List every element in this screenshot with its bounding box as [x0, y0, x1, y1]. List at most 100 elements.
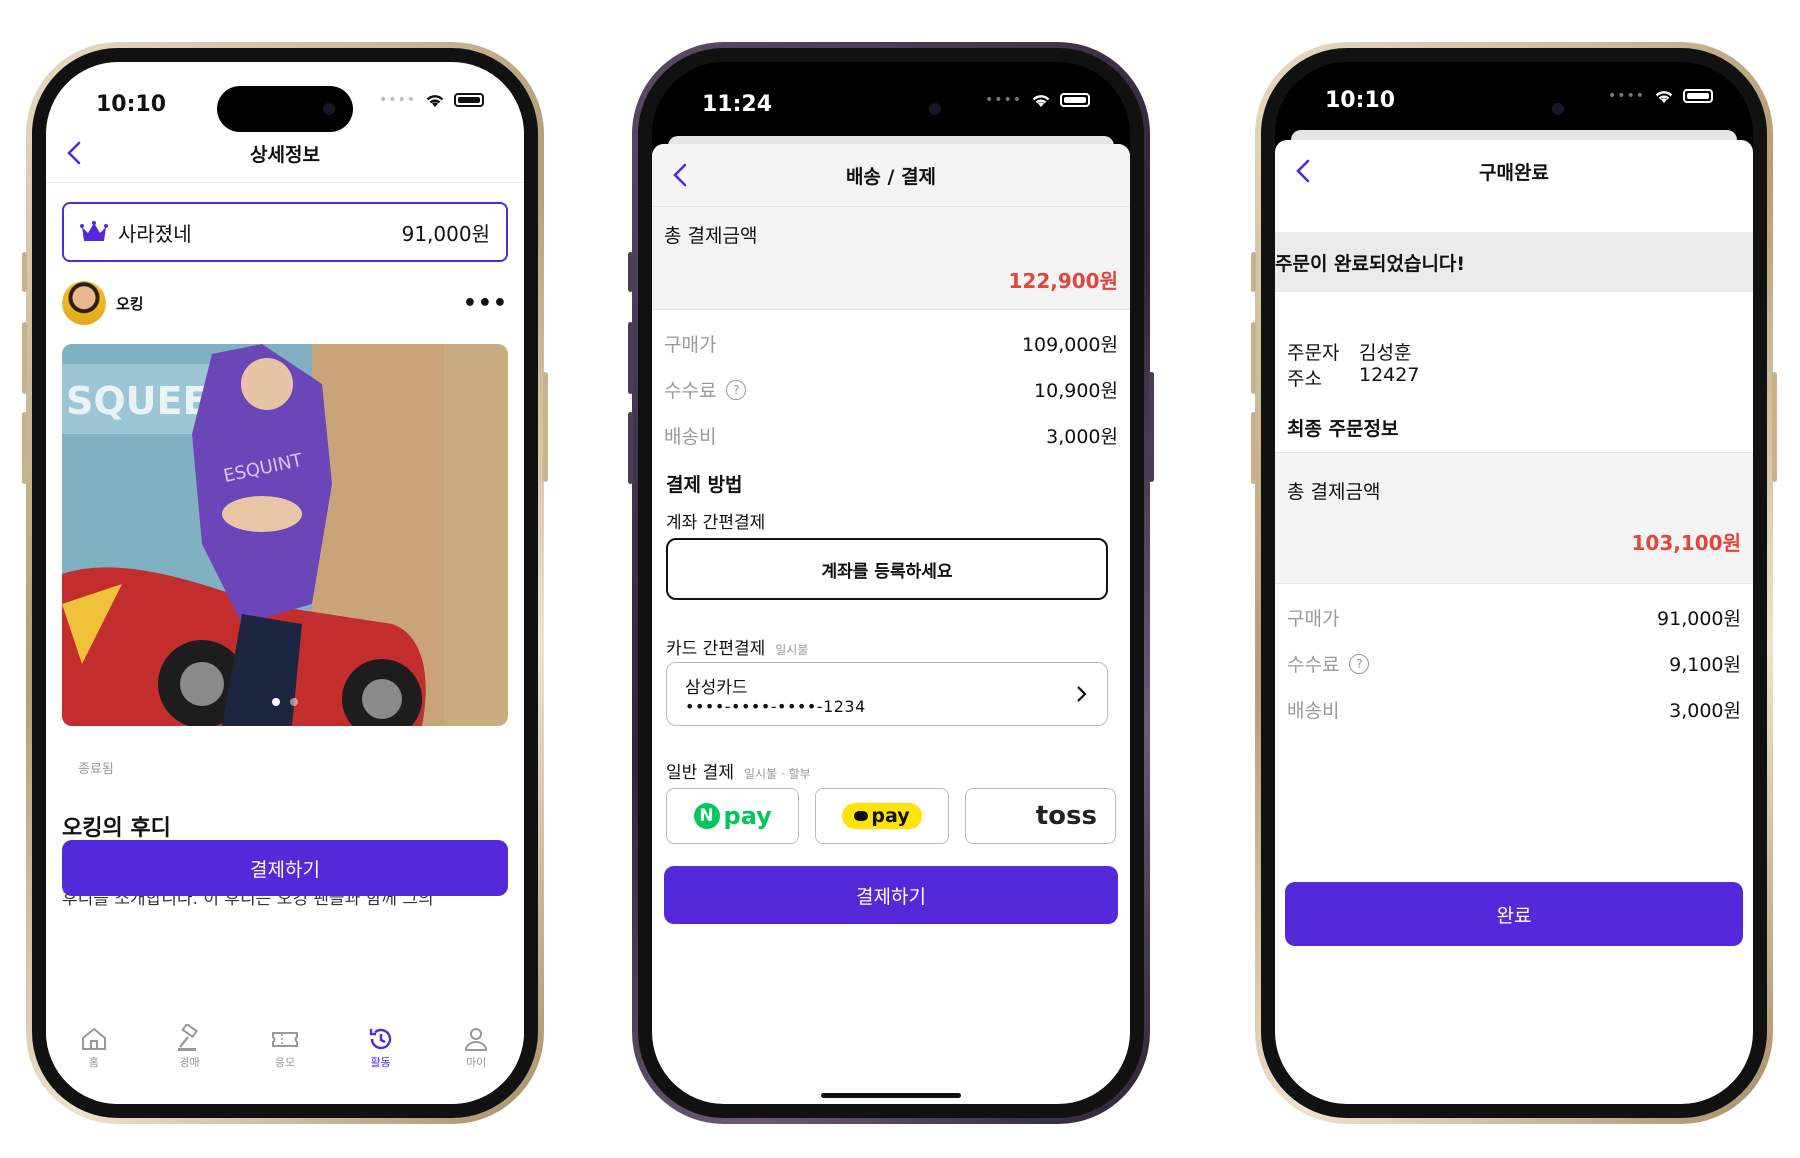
side-button: [1251, 412, 1256, 484]
camera: [1552, 103, 1564, 115]
address-row: 주소 12427: [1287, 364, 1419, 391]
camera: [929, 103, 941, 115]
sheet: 구매완료 주문이 완료되었습니다! 주문자 김성훈 주소 12427 최종 주문…: [1275, 140, 1753, 1104]
page-title: 상세정보: [250, 143, 320, 166]
home-icon: [81, 1027, 106, 1050]
kakaopay-logo-icon: pay: [842, 803, 922, 829]
crown-icon: [80, 221, 108, 241]
kakaopay-label: pay: [871, 805, 910, 827]
bid-card[interactable]: 사라졌네 91,000원: [62, 202, 508, 262]
row-label: 구매가: [1287, 608, 1340, 630]
avatar[interactable]: [62, 281, 106, 325]
seller-name: 오킹: [116, 294, 144, 313]
done-button[interactable]: 완료: [1285, 882, 1743, 946]
card-name: 삼성카드: [685, 678, 748, 698]
history-icon: [369, 1028, 391, 1050]
toss-button[interactable]: toss: [964, 788, 1116, 844]
row-label: 배송비: [1287, 700, 1340, 722]
side-button: [22, 322, 27, 394]
tab-home[interactable]: 홈: [64, 1024, 124, 1104]
orderer-row: 주문자 김성훈: [1287, 338, 1411, 365]
status-bar: 10:10 ••••: [1275, 62, 1753, 132]
signal-icon: ••••: [1607, 88, 1645, 104]
screen: 10:10 •••• 상세정보 사라졌네 91,000원 오킹 ••• SQUE…: [46, 62, 524, 1104]
person-icon: [465, 1028, 488, 1051]
gavel-icon: [178, 1024, 199, 1051]
naver-logo-icon: N: [693, 803, 720, 829]
payment-method-title: 결제 방법: [666, 474, 743, 496]
pay-button[interactable]: 결제하기: [62, 840, 508, 896]
tab-entry[interactable]: 응모: [255, 1024, 315, 1104]
status-icons: ••••: [985, 92, 1090, 108]
phone-checkout: 11:24 •••• 배송 / 결제 총 결제금액 122,900원 구매가 1…: [628, 42, 1154, 1124]
side-button: [628, 322, 633, 394]
shipping-row: 배송비 3,000원: [652, 422, 1130, 449]
row-value: 10,900원: [1034, 380, 1118, 402]
row-label-text: 수수료: [1287, 654, 1340, 676]
kakaopay-button[interactable]: pay: [815, 788, 949, 844]
page-title: 구매완료: [1479, 161, 1549, 184]
row-value: 109,000원: [1021, 334, 1118, 356]
general-section-sub: 일시불 · 할부: [743, 767, 811, 781]
fee-row: 수수료? 9,100원: [1275, 650, 1753, 677]
side-button: [22, 252, 27, 292]
help-icon[interactable]: ?: [1349, 653, 1370, 674]
pay-button[interactable]: 결제하기: [664, 866, 1118, 924]
signal-icon: ••••: [378, 92, 416, 108]
shipping-row: 배송비 3,000원: [1275, 696, 1753, 723]
help-icon[interactable]: ?: [726, 379, 747, 400]
carousel-dots: [62, 698, 508, 706]
row-label-text: 수수료: [664, 380, 717, 402]
home-indicator: [821, 1093, 961, 1098]
general-section-label: 일반 결제: [666, 763, 734, 783]
card-selector[interactable]: 삼성카드 ••••-••••-••••-1234: [666, 662, 1108, 726]
npay-button[interactable]: N pay: [666, 788, 800, 844]
svg-text:SQUEE: SQUEE: [66, 379, 208, 423]
card-section-sub: 일시불: [775, 643, 809, 657]
total-box: 총 결제금액 122,900원: [652, 206, 1130, 310]
tab-label: 경매: [179, 1056, 200, 1069]
back-arrow-icon[interactable]: [1289, 156, 1319, 186]
status-bar: 11:24 ••••: [652, 62, 1130, 132]
side-button: [1251, 252, 1256, 292]
battery-icon: [1060, 93, 1090, 107]
price-row: 구매가 109,000원: [652, 330, 1130, 357]
complete-message: 주문이 완료되었습니다!: [1275, 252, 1466, 275]
account-section-title: 계좌 간편결제: [666, 513, 766, 533]
tab-activity[interactable]: 활동: [351, 1024, 411, 1104]
carousel-dot-active[interactable]: [272, 698, 280, 706]
side-button: [628, 412, 633, 484]
complete-banner: 주문이 완료되었습니다!: [1275, 232, 1753, 292]
status-time: 10:10: [1325, 88, 1396, 113]
more-icon[interactable]: •••: [463, 291, 508, 316]
tab-auction[interactable]: 경매: [159, 1024, 219, 1104]
side-button: [22, 412, 27, 484]
orderer-value: 김성훈: [1359, 342, 1412, 364]
nav-bar: 배송 / 결제: [652, 144, 1130, 206]
total-box: 총 결제금액 103,100원: [1275, 452, 1753, 584]
back-arrow-icon[interactable]: [60, 138, 90, 168]
row-label: 구매가: [664, 334, 717, 356]
screen: 11:24 •••• 배송 / 결제 총 결제금액 122,900원 구매가 1…: [652, 62, 1130, 1104]
toss-label: toss: [1035, 801, 1097, 831]
card-section-label: 카드 간편결제: [666, 639, 766, 659]
screen: 10:10 •••• 구매완료 주문이 완료되었습니다! 주문자 김성훈 주소: [1275, 62, 1753, 1104]
card-section-title: 카드 간편결제 일시불: [666, 634, 808, 659]
wifi-icon: [1032, 95, 1050, 107]
tab-label: 홈: [88, 1056, 99, 1069]
product-image[interactable]: SQUEE ESQUINT: [62, 344, 508, 726]
register-account-button[interactable]: 계좌를 등록하세요: [666, 538, 1108, 600]
row-value: 91,000원: [1657, 608, 1741, 630]
status-bar: 10:10 ••••: [46, 62, 524, 132]
dynamic-island: [1446, 86, 1582, 132]
seller-row: 오킹 •••: [62, 280, 508, 326]
page-title: 배송 / 결제: [845, 165, 937, 188]
row-label: 수수료?: [1287, 650, 1370, 677]
back-arrow-icon[interactable]: [666, 160, 696, 190]
npay-label: pay: [723, 802, 772, 830]
carousel-dot[interactable]: [290, 698, 298, 706]
nav-bar: 구매완료: [1275, 140, 1753, 202]
tab-my[interactable]: 마이: [446, 1024, 506, 1104]
card-number: ••••-••••-••••-1234: [685, 697, 866, 716]
battery-icon: [454, 93, 484, 107]
